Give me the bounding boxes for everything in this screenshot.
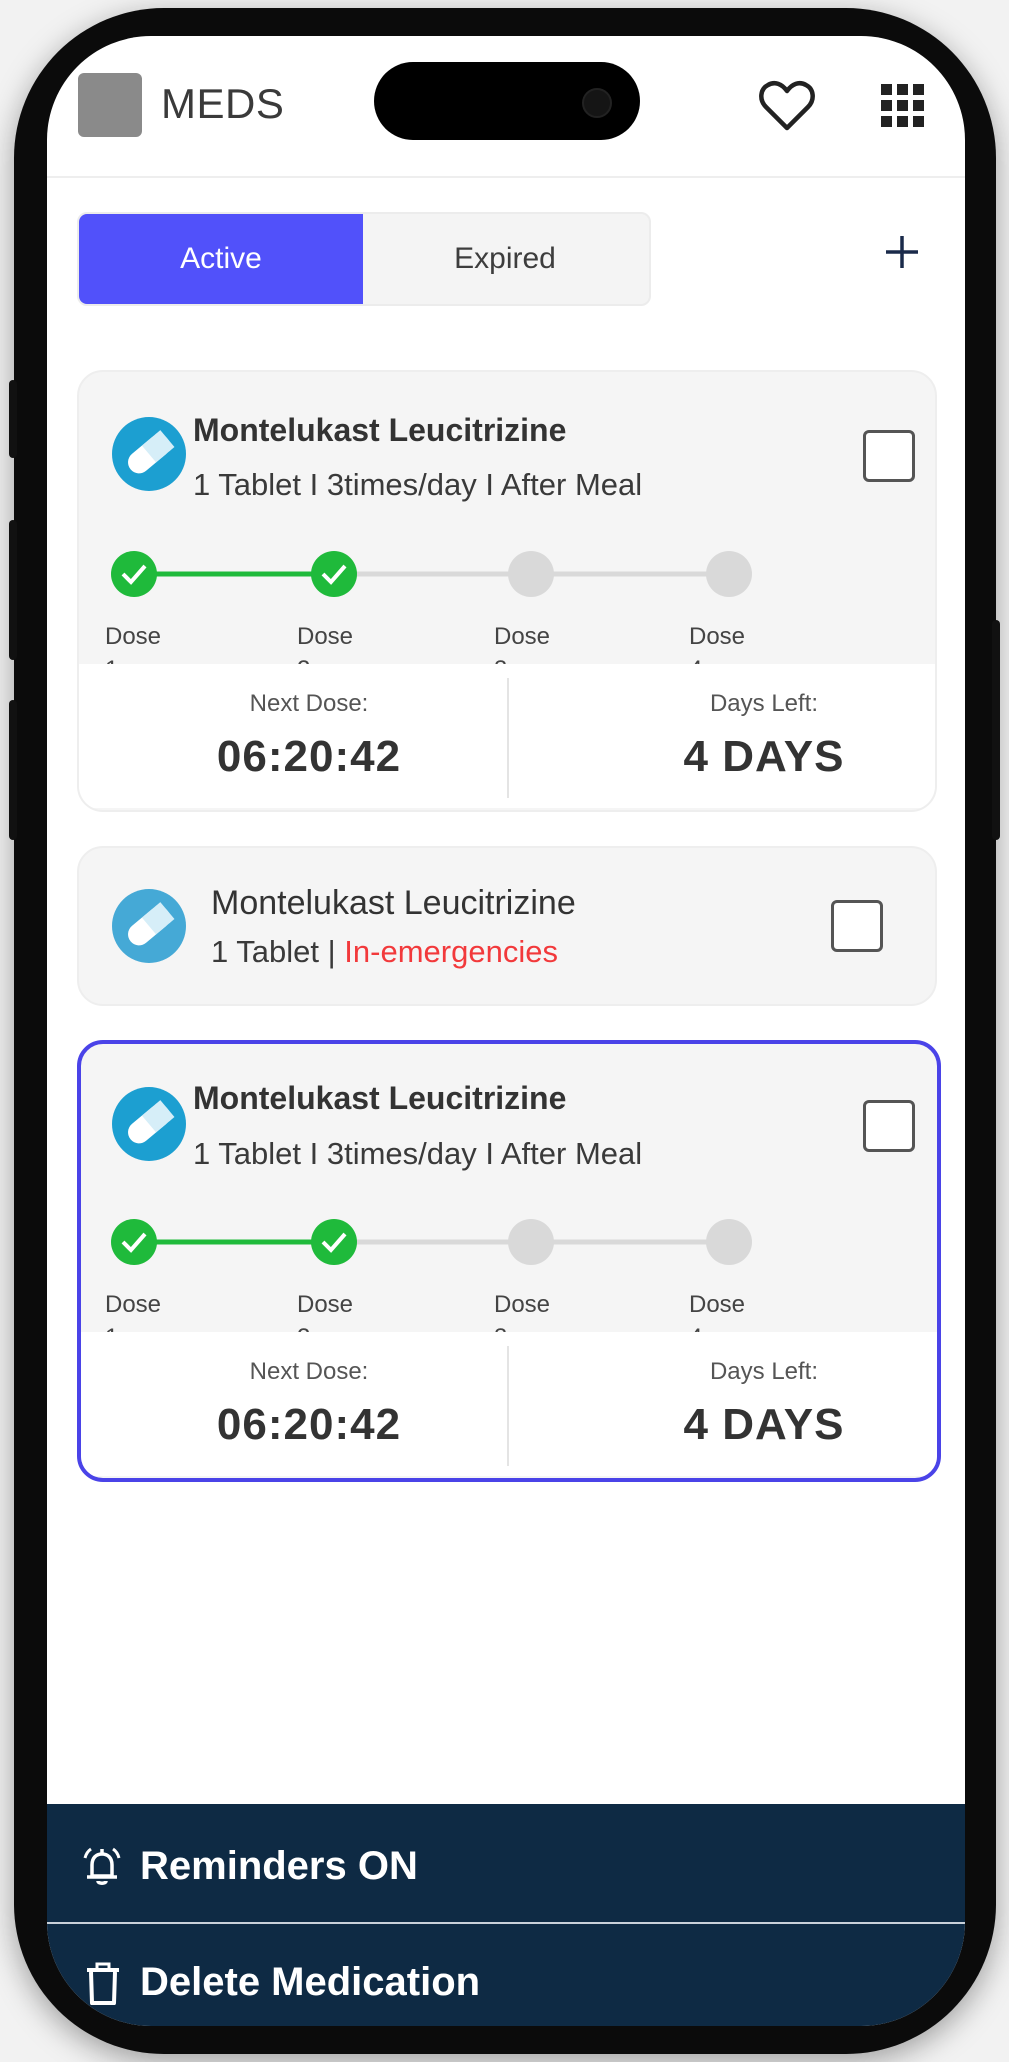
dose-stats: Next Dose: 06:20:42 Days Left: 4 DAYS (81, 1332, 937, 1476)
next-dose-label: Next Dose: (249, 1358, 369, 1385)
app-screen: MEDS Active Expired Montelukast Leucitri… (47, 36, 965, 2026)
medication-name: Montelukast Leucitrizine (193, 412, 567, 448)
plus-icon[interactable] (872, 222, 932, 282)
bottom-action-bar: Reminders ON Delete Medication (47, 1804, 965, 2026)
dose-progress (111, 1219, 752, 1265)
medication-schedule: 1 Tablet | In-emergencies (211, 934, 558, 969)
dose-done-icon (111, 551, 157, 597)
days-left-value: 4 DAYS (683, 732, 845, 781)
dose-done-icon (111, 1219, 157, 1265)
tab-expired[interactable]: Expired (363, 214, 647, 304)
medication-name: Montelukast Leucitrizine (211, 884, 576, 922)
dose-done-icon (311, 1219, 357, 1265)
stats-divider (507, 678, 509, 798)
page-title: MEDS (161, 80, 285, 127)
heart-icon[interactable] (757, 76, 817, 136)
reminders-toggle-button[interactable]: Reminders ON (47, 1812, 965, 1922)
days-left-value: 4 DAYS (683, 1400, 845, 1449)
days-left-label: Days Left: (709, 690, 819, 717)
pill-icon (112, 417, 186, 491)
next-dose-value: 06:20:42 (216, 732, 402, 781)
next-dose-label: Next Dose: (249, 690, 369, 717)
dose-done-icon (311, 551, 357, 597)
volume-up-button (9, 520, 17, 660)
action-button (9, 380, 17, 458)
status-tabs: Active Expired (77, 212, 651, 306)
volume-down-button (9, 700, 17, 840)
alarm-bell-icon (83, 1847, 121, 1885)
medication-card[interactable]: Montelukast Leucitrizine 1 Tablet | In-e… (77, 846, 937, 1006)
dose-pending-dot (706, 551, 752, 597)
select-checkbox[interactable] (831, 900, 883, 952)
grid-menu-icon[interactable] (879, 82, 927, 130)
dose-pending-dot (508, 1219, 554, 1265)
days-left-label: Days Left: (709, 1358, 819, 1385)
next-dose-value: 06:20:42 (216, 1400, 402, 1449)
dose-progress (111, 551, 752, 597)
dynamic-island (374, 62, 640, 140)
emergency-label: In-emergencies (344, 934, 558, 969)
medication-schedule: 1 Tablet I 3times/day I After Meal (193, 1136, 643, 1171)
front-camera (582, 88, 612, 118)
reminders-label: Reminders ON (140, 1844, 418, 1888)
medication-schedule: 1 Tablet I 3times/day I After Meal (193, 467, 643, 502)
dose-pending-dot (508, 551, 554, 597)
medication-card[interactable]: Montelukast Leucitrizine 1 Tablet I 3tim… (77, 370, 937, 812)
medication-card-selected[interactable]: Montelukast Leucitrizine 1 Tablet I 3tim… (77, 1040, 941, 1482)
pill-icon (112, 1087, 186, 1161)
dose-stats: Next Dose: 06:20:42 Days Left: 4 DAYS (79, 664, 935, 808)
stats-divider (507, 1346, 509, 1466)
select-checkbox[interactable] (863, 1100, 915, 1152)
delete-medication-button[interactable]: Delete Medication (47, 1926, 965, 2026)
tab-active[interactable]: Active (79, 214, 363, 304)
power-button (992, 620, 1000, 840)
select-checkbox[interactable] (863, 430, 915, 482)
bar-divider (47, 1922, 965, 1924)
trash-icon (87, 1962, 119, 2005)
delete-medication-label: Delete Medication (140, 1960, 481, 2004)
dose-pending-dot (706, 1219, 752, 1265)
medication-name: Montelukast Leucitrizine (193, 1080, 567, 1116)
app-logo (78, 73, 142, 137)
pill-icon (112, 889, 186, 963)
